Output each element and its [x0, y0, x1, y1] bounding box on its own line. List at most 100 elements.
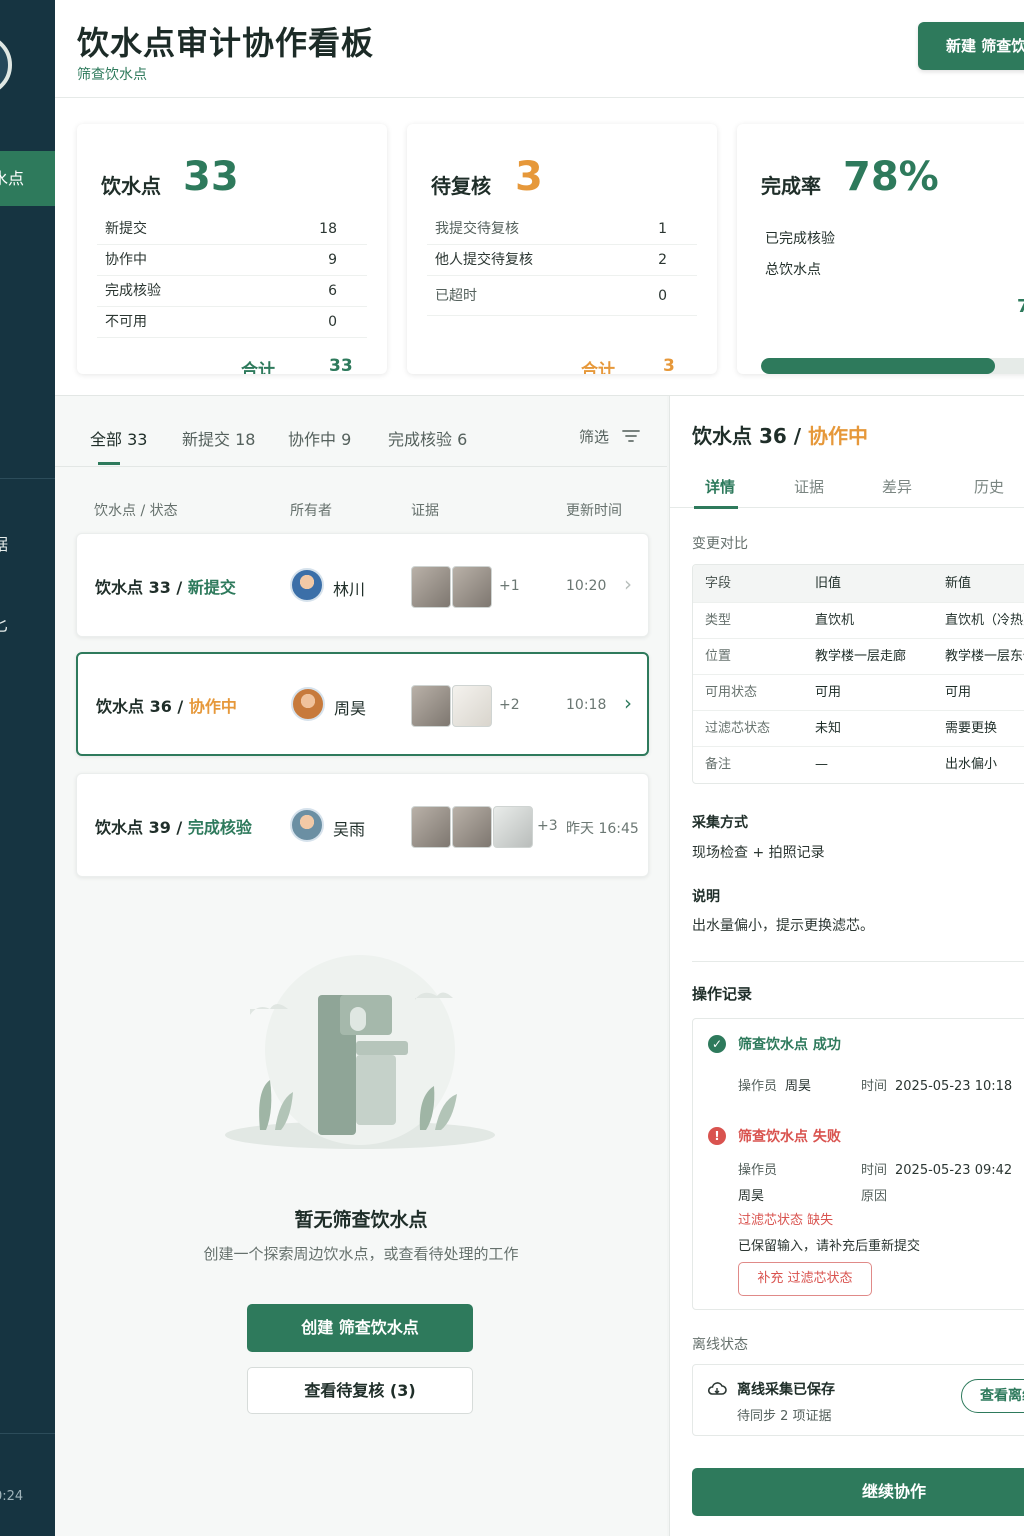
- sidebar: 水点 据 匕 0:24: [0, 0, 55, 1536]
- tab-diff[interactable]: 差异: [882, 476, 912, 497]
- stat-value: 6: [328, 283, 337, 299]
- stat-rows: 我提交待复核 1 他人提交待复核 2 已超时 0: [427, 214, 697, 316]
- evidence-thumbnail[interactable]: [493, 806, 533, 848]
- log-label: 操作记录: [692, 985, 753, 1003]
- evidence-thumbnail[interactable]: [411, 566, 451, 608]
- col-field: 字段: [705, 576, 732, 591]
- stat-card-review: 待复核 3 我提交待复核 1 他人提交待复核 2 已超时 0 合计 3: [407, 124, 717, 374]
- new-screening-button[interactable]: 新建 筛查饮水点: [918, 22, 1024, 70]
- time-value: 2025-05-23 09:42: [895, 1163, 1013, 1178]
- tab-new[interactable]: 新提交 18: [182, 426, 255, 450]
- list-item-selected[interactable]: 饮水点 36 / 协作中 周昊 +2 10:18 ›: [76, 652, 649, 756]
- tab-details[interactable]: 详情: [705, 476, 735, 497]
- card-value: 78%: [843, 154, 939, 200]
- evidence-thumbnail[interactable]: [411, 685, 451, 727]
- status-badge: 协作中: [188, 697, 237, 716]
- sidebar-item-compare[interactable]: 匕: [0, 612, 8, 636]
- card-value: 33: [183, 154, 239, 200]
- owner-name: 吴雨: [333, 820, 366, 839]
- stat-row: 协作中 9: [97, 245, 367, 276]
- stat-value: 1: [658, 221, 667, 237]
- list-item[interactable]: 饮水点 39 / 完成核验 吴雨 +3 昨天 16:45: [76, 773, 649, 877]
- sum-value: 33: [329, 356, 353, 374]
- view-offline-button[interactable]: 查看离线: [961, 1379, 1024, 1413]
- update-time: 10:18: [566, 697, 607, 713]
- supplement-filter-status-button[interactable]: 补充 过滤芯状态: [738, 1262, 872, 1296]
- stat-row: 我提交待复核 1: [427, 214, 697, 245]
- evidence-thumbnail[interactable]: [452, 566, 492, 608]
- chevron-right-icon: ›: [624, 691, 632, 715]
- create-screening-button[interactable]: 创建 筛查饮水点: [247, 1304, 473, 1352]
- sidebar-item-active[interactable]: 水点: [0, 151, 55, 206]
- tab-underline: [694, 506, 738, 509]
- divider: [692, 961, 1024, 962]
- tab-evidence[interactable]: 证据: [794, 476, 824, 497]
- stat-card-points: 饮水点 33 新提交 18 协作中 9 完成核验 6 不可用 0 合计 33: [77, 124, 387, 374]
- field: 备注: [705, 757, 732, 772]
- new-value: 直饮机（冷热）: [945, 613, 1024, 628]
- operator-label: 操作员: [738, 1079, 778, 1094]
- view-pending-review-button[interactable]: 查看待复核 (3): [247, 1367, 473, 1414]
- status-badge: 完成核验: [187, 818, 252, 837]
- log-hint: 已保留输入，请补充后重新提交: [738, 1239, 921, 1254]
- item-name-text: 饮水点 33 /: [95, 578, 188, 597]
- tab-all[interactable]: 全部 33: [90, 426, 147, 450]
- field: 类型: [705, 613, 732, 628]
- error-icon: !: [708, 1127, 726, 1145]
- stat-value: 0: [328, 314, 337, 330]
- owner-name: 周昊: [334, 699, 367, 718]
- item-name: 饮水点 33 / 新提交: [95, 574, 236, 598]
- page-title: 饮水点审计协作看板: [77, 24, 375, 62]
- sum-value: 3: [663, 356, 675, 374]
- evidence-thumbnail[interactable]: [452, 806, 492, 848]
- evidence-thumbnail[interactable]: [452, 685, 492, 727]
- stat-label: 已完成核验: [765, 231, 835, 247]
- evidence-more-count: +3: [537, 818, 558, 834]
- tabs-divider: [55, 466, 667, 467]
- water-dispenser-illustration: [225, 955, 495, 1149]
- note-value: 出水量偏小，提示更换滤芯。: [692, 918, 874, 934]
- tab-verified[interactable]: 完成核验 6: [388, 426, 467, 450]
- new-value: 出水偏小: [945, 757, 998, 772]
- status-badge: 协作中: [808, 424, 869, 448]
- filter-icon: [621, 430, 640, 442]
- continue-collaboration-button[interactable]: 继续协作: [692, 1468, 1024, 1516]
- tab-collab[interactable]: 协作中 9: [288, 426, 351, 450]
- stat-label: 不可用: [105, 314, 147, 330]
- tab-history[interactable]: 历史: [974, 476, 1004, 497]
- log-error-text: 过滤芯状态 缺失: [738, 1213, 834, 1228]
- log-fail-title: 筛查饮水点 失败: [738, 1129, 841, 1145]
- old-value: 未知: [815, 721, 842, 736]
- col-evidence: 证据: [411, 503, 439, 519]
- stat-row: 已超时 0: [427, 276, 697, 316]
- field: 位置: [705, 649, 732, 664]
- stat-value: 18: [319, 221, 337, 237]
- update-time: 昨天 16:45: [566, 821, 639, 837]
- avatar: [291, 687, 325, 721]
- card-title: 完成率: [761, 174, 821, 198]
- progress-fill: [761, 358, 995, 374]
- item-name: 饮水点 39 / 完成核验: [95, 814, 252, 838]
- page-subtitle: 筛查饮水点: [77, 67, 147, 83]
- sum-label: 合计: [581, 361, 615, 374]
- log-reason-label: 原因: [861, 1189, 888, 1204]
- field: 可用状态: [705, 685, 758, 700]
- stat-extra: 7: [1017, 296, 1024, 317]
- compare-header: 字段 旧值 新值: [693, 565, 1024, 603]
- compare-table: 字段 旧值 新值 类型 直饮机 直饮机（冷热） 位置 教学楼一层走廊 教学楼一层东侧 可用状…: [692, 564, 1024, 784]
- detail-title-text: 饮水点 36 /: [692, 424, 809, 448]
- sidebar-item-evidence[interactable]: 据: [0, 531, 8, 555]
- list-item[interactable]: 饮水点 33 / 新提交 林川 +1 10:20 ›: [76, 533, 649, 637]
- compare-row: 过滤芯状态 未知 需要更换: [693, 711, 1024, 747]
- card-title: 待复核: [431, 174, 491, 198]
- card-title: 饮水点: [101, 174, 161, 198]
- stat-row: 新提交 18: [97, 214, 367, 245]
- offline-status-box: 离线采集已保存 待同步 2 项证据 查看离线: [692, 1364, 1024, 1436]
- evidence-thumbnail[interactable]: [411, 806, 451, 848]
- col-new: 新值: [945, 576, 972, 591]
- filter-button[interactable]: 筛选: [579, 426, 640, 447]
- empty-description: 创建一个探索周边饮水点，或查看待处理的工作: [203, 1245, 519, 1263]
- stat-label: 已超时: [435, 288, 477, 304]
- item-name: 饮水点 36 / 协作中: [96, 693, 237, 717]
- stat-row: 完成核验 6: [97, 276, 367, 307]
